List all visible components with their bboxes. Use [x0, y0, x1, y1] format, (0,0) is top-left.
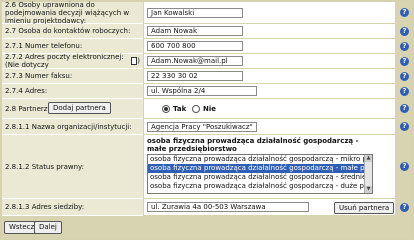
form-panel: 2.6 Osoby uprawniona do podejmowania dec…	[2, 1, 410, 238]
email-label-end: )	[137, 57, 140, 65]
scroll-down-icon[interactable]: ▼	[365, 186, 372, 193]
phone-label: 2.7.1 Numer telefonu:	[2, 39, 143, 54]
help-icon[interactable]: ?	[400, 202, 409, 212]
phone-input[interactable]: 600 700 800	[147, 41, 243, 51]
row-address: 2.7.4 Adres: ul. Wspólna 2/4 ?	[2, 84, 410, 99]
scroll-up-icon[interactable]: ▲	[365, 155, 372, 162]
row-authorized: 2.6 Osoby uprawniona do podejmowania dec…	[2, 1, 410, 25]
partners-yes-radio[interactable]	[162, 104, 170, 113]
legal-status-option[interactable]: osoba fizyczna prowadząca działalność go…	[148, 164, 369, 173]
legal-status-option[interactable]: osoba fizyczna prowadząca działalność go…	[148, 173, 369, 182]
help-icon[interactable]: ?	[400, 122, 409, 131]
partners-label: 2.8 Partnerzy:	[5, 104, 54, 113]
authorized-input[interactable]: Jan Kowalski	[147, 7, 243, 18]
partners-yes-label: Tak	[173, 104, 187, 113]
row-email: 2.7.2 Adres poczty elektronicznej: (Nie …	[2, 53, 410, 69]
fax-label: 2.7.3 Numer faksu:	[2, 69, 143, 84]
help-icon[interactable]: ?	[400, 26, 409, 36]
help-icon[interactable]: ?	[400, 71, 409, 81]
help-icon[interactable]: ?	[400, 41, 409, 51]
help-icon[interactable]: ?	[400, 8, 409, 17]
org-name-label: 2.8.1.1 Nazwa organizacji/instytucji:	[2, 119, 143, 135]
help-icon[interactable]: ?	[400, 56, 409, 66]
seat-address-label: 2.8.1.3 Adres siedziby:	[2, 199, 143, 216]
legal-status-listbox[interactable]: osoba fizyczna prowadząca działalność go…	[147, 154, 373, 194]
row-phone: 2.7.1 Numer telefonu: 600 700 800 ?	[2, 39, 410, 54]
partners-no-radio[interactable]	[192, 104, 200, 113]
legal-status-option[interactable]: osoba fizyczna prowadząca działalność go…	[148, 182, 369, 191]
contact-person-label: 2.7 Osoba do kontaktów roboczych:	[2, 24, 143, 39]
row-seat-address: 2.8.1.3 Adres siedziby: ul. Żurawia 4a 0…	[2, 199, 410, 216]
email-input[interactable]: Adam.Nowak@mail.pl	[147, 56, 243, 66]
seat-address-input[interactable]: ul. Żurawia 4a 00-503 Warszawa	[147, 202, 309, 212]
help-icon[interactable]: ?	[400, 162, 409, 171]
authorized-label: 2.6 Osoby uprawniona do podejmowania dec…	[2, 1, 143, 25]
listbox-scrollbar[interactable]: ▲ ▼	[364, 155, 372, 193]
email-label: 2.7.2 Adres poczty elektronicznej: (Nie …	[5, 53, 124, 69]
legal-status-selected: osoba fizyczna prowadząca działalność go…	[147, 137, 359, 153]
next-button[interactable]: Dalej	[34, 221, 62, 234]
contact-person-input[interactable]: Adam Nowak	[147, 26, 243, 36]
org-name-input[interactable]: Agencja Pracy "Poszukiwacz"	[147, 121, 257, 132]
help-icon[interactable]: ?	[400, 86, 409, 96]
address-input[interactable]: ul. Wspólna 2/4	[147, 86, 257, 96]
row-fax: 2.7.3 Numer faksu: 22 330 30 02 ?	[2, 69, 410, 84]
remove-partner-button[interactable]: Usuń partnera	[334, 202, 395, 214]
address-label: 2.7.4 Adres:	[2, 84, 143, 99]
fax-input[interactable]: 22 330 30 02	[147, 71, 243, 81]
row-legal-status: 2.8.1.2 Status prawny: osoba fizyczna pr…	[2, 135, 410, 199]
legal-status-option[interactable]: osoba fizyczna prowadząca działalność go…	[148, 155, 369, 164]
help-icon[interactable]: ?	[400, 104, 409, 113]
row-contact-person: 2.7 Osoba do kontaktów roboczych: Adam N…	[2, 24, 410, 39]
partners-no-label: Nie	[203, 104, 217, 113]
legal-status-label: 2.8.1.2 Status prawny:	[2, 135, 143, 199]
add-partner-button[interactable]: Dodaj partnera	[48, 102, 111, 114]
row-org-name: 2.8.1.1 Nazwa organizacji/instytucji: Ag…	[2, 119, 410, 135]
row-partners: 2.8 Partnerzy: Dodaj partnera Tak Nie ?	[2, 99, 410, 119]
